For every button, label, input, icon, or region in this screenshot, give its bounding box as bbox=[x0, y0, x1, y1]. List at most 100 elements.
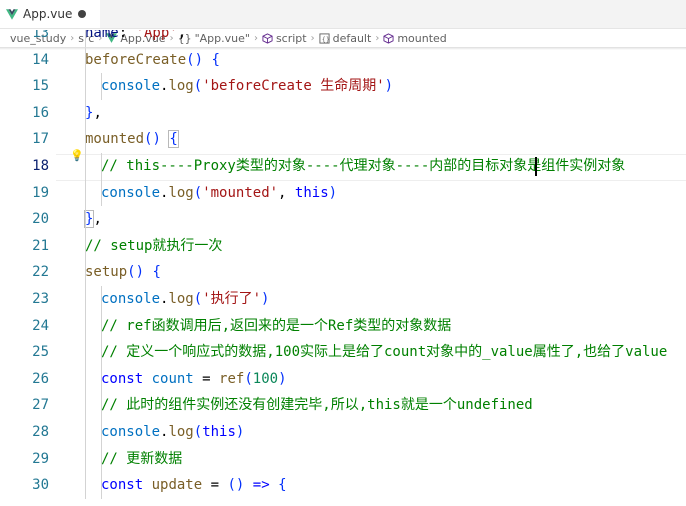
code-token: // ref函数调用后,返回来的是一个Ref类型的对象数据 bbox=[101, 317, 452, 334]
code-line[interactable]: 28 console.log(this) bbox=[0, 419, 686, 446]
code-token: 'beforeCreate 生命周期' bbox=[202, 78, 385, 95]
code-token: setup bbox=[85, 264, 128, 281]
code-token: // 更新数据 bbox=[101, 450, 183, 467]
code-token: console bbox=[101, 291, 161, 307]
code-token: , bbox=[93, 211, 102, 228]
code-token: ref bbox=[219, 370, 245, 387]
code-token: ( bbox=[193, 78, 203, 95]
code-token: log bbox=[168, 291, 194, 307]
code-token: // 定义一个响应式的数据,100实际上是给了count对象中的_value属性… bbox=[101, 344, 668, 361]
code-token: beforeCreate bbox=[85, 51, 187, 68]
line-number: 13 bbox=[32, 30, 49, 41]
code-text: const count = ref(100) bbox=[101, 366, 287, 393]
line-number: 17 bbox=[32, 131, 49, 148]
code-line[interactable]: 19 console.log('mounted', this) bbox=[0, 180, 686, 207]
code-token: () bbox=[144, 131, 161, 148]
code-token: , bbox=[278, 184, 295, 201]
code-token: ) bbox=[328, 184, 338, 201]
line-number: 28 bbox=[32, 424, 49, 440]
code-token: ) bbox=[261, 291, 270, 307]
code-line[interactable]: 30 const update = () => { bbox=[0, 472, 686, 499]
code-line[interactable]: 29 // 更新数据 bbox=[0, 446, 686, 473]
text-cursor bbox=[535, 157, 537, 176]
code-token: '执行了' bbox=[202, 291, 262, 307]
code-token: update bbox=[151, 477, 203, 494]
line-number: 18 bbox=[32, 158, 49, 174]
code-text: console.log('执行了') bbox=[101, 286, 269, 313]
tab-title: App.vue bbox=[23, 7, 73, 21]
code-token: 'App' bbox=[135, 30, 178, 41]
line-number: 27 bbox=[32, 397, 49, 414]
line-number: 16 bbox=[32, 104, 49, 121]
line-number: 23 bbox=[32, 291, 49, 307]
line-number: 22 bbox=[32, 264, 49, 281]
line-number: 25 bbox=[32, 344, 49, 361]
code-token: log bbox=[168, 184, 194, 201]
code-token: const bbox=[101, 477, 144, 494]
code-token: // 此时的组件实例还没有创建完毕,所以,this就是一个undefined bbox=[101, 397, 533, 414]
editor-tab-bar: App.vue bbox=[0, 0, 686, 29]
tab-app-vue[interactable]: App.vue bbox=[0, 0, 100, 28]
code-token: count bbox=[151, 370, 194, 387]
code-token: console bbox=[101, 424, 161, 440]
code-token: log bbox=[168, 424, 194, 440]
code-line[interactable]: 13 name: 'App', bbox=[0, 30, 686, 47]
code-token: ( bbox=[244, 370, 253, 387]
code-token: mounted bbox=[85, 131, 145, 148]
code-token: , bbox=[93, 104, 102, 121]
code-token: 100 bbox=[252, 370, 279, 387]
code-line[interactable]: 27 // 此时的组件实例还没有创建完毕,所以,this就是一个undefined bbox=[0, 392, 686, 419]
code-token: { bbox=[152, 264, 161, 281]
code-token: ( bbox=[193, 184, 203, 201]
code-line[interactable]: 22 setup() { bbox=[0, 259, 686, 286]
code-line[interactable]: 21 // setup就执行一次 bbox=[0, 233, 686, 260]
code-token: ) bbox=[384, 78, 394, 95]
line-number: 29 bbox=[32, 450, 49, 467]
code-token: = bbox=[193, 370, 220, 387]
editor-bottom-edge bbox=[0, 500, 686, 506]
code-token: ) bbox=[235, 424, 245, 440]
code-line[interactable]: 26 const count = ref(100) bbox=[0, 366, 686, 393]
code-editor[interactable]: 13 name: 'App', 14 beforeCreate() {15 consol… bbox=[0, 30, 686, 506]
code-text: // 更新数据 bbox=[101, 446, 182, 473]
code-token: { bbox=[278, 477, 287, 494]
code-token: { bbox=[168, 130, 179, 149]
code-line[interactable]: 17 mounted() { bbox=[0, 126, 686, 153]
code-line[interactable]: 23 console.log('执行了') bbox=[0, 286, 686, 313]
line-number: 24 bbox=[32, 317, 49, 334]
code-token: () bbox=[227, 477, 245, 494]
unsaved-dot-icon[interactable] bbox=[78, 10, 86, 18]
code-token: () bbox=[186, 51, 204, 68]
code-line[interactable]: 25 // 定义一个响应式的数据,100实际上是给了count对象中的_value… bbox=[0, 339, 686, 366]
code-token: // setup就执行一次 bbox=[85, 237, 223, 254]
code-line[interactable]: 15 console.log('beforeCreate 生命周期') bbox=[0, 73, 686, 100]
code-text: console.log('beforeCreate 生命周期') bbox=[101, 73, 393, 100]
line-number: 20 bbox=[32, 211, 49, 228]
line-number: 19 bbox=[32, 184, 49, 201]
code-token: , bbox=[177, 30, 187, 41]
code-line[interactable]: 14 beforeCreate() { bbox=[0, 47, 686, 74]
breadcrumb-shadow bbox=[0, 47, 686, 50]
code-token: this bbox=[294, 184, 329, 201]
code-text: console.log(this) bbox=[101, 419, 244, 446]
code-token: 'mounted' bbox=[202, 184, 279, 201]
current-line-highlight bbox=[56, 153, 686, 181]
code-line[interactable]: 20}, bbox=[0, 206, 686, 233]
code-text: // setup就执行一次 bbox=[85, 233, 222, 260]
code-token: const bbox=[101, 370, 144, 387]
line-number: 30 bbox=[32, 477, 49, 494]
line-number: 14 bbox=[32, 51, 49, 68]
indent-guide bbox=[101, 286, 102, 499]
line-number: 21 bbox=[32, 237, 49, 254]
code-line[interactable]: 24 // ref函数调用后,返回来的是一个Ref类型的对象数据 bbox=[0, 313, 686, 340]
lightbulb-icon[interactable]: 💡 bbox=[70, 149, 84, 162]
code-text: setup() { bbox=[85, 259, 161, 286]
code-line[interactable]: 16}, bbox=[0, 100, 686, 127]
vue-icon bbox=[6, 8, 18, 20]
code-token: console bbox=[101, 78, 161, 95]
code-token: ( bbox=[193, 291, 203, 307]
code-text: console.log('mounted', this) bbox=[101, 180, 337, 207]
code-token: { bbox=[211, 51, 220, 68]
